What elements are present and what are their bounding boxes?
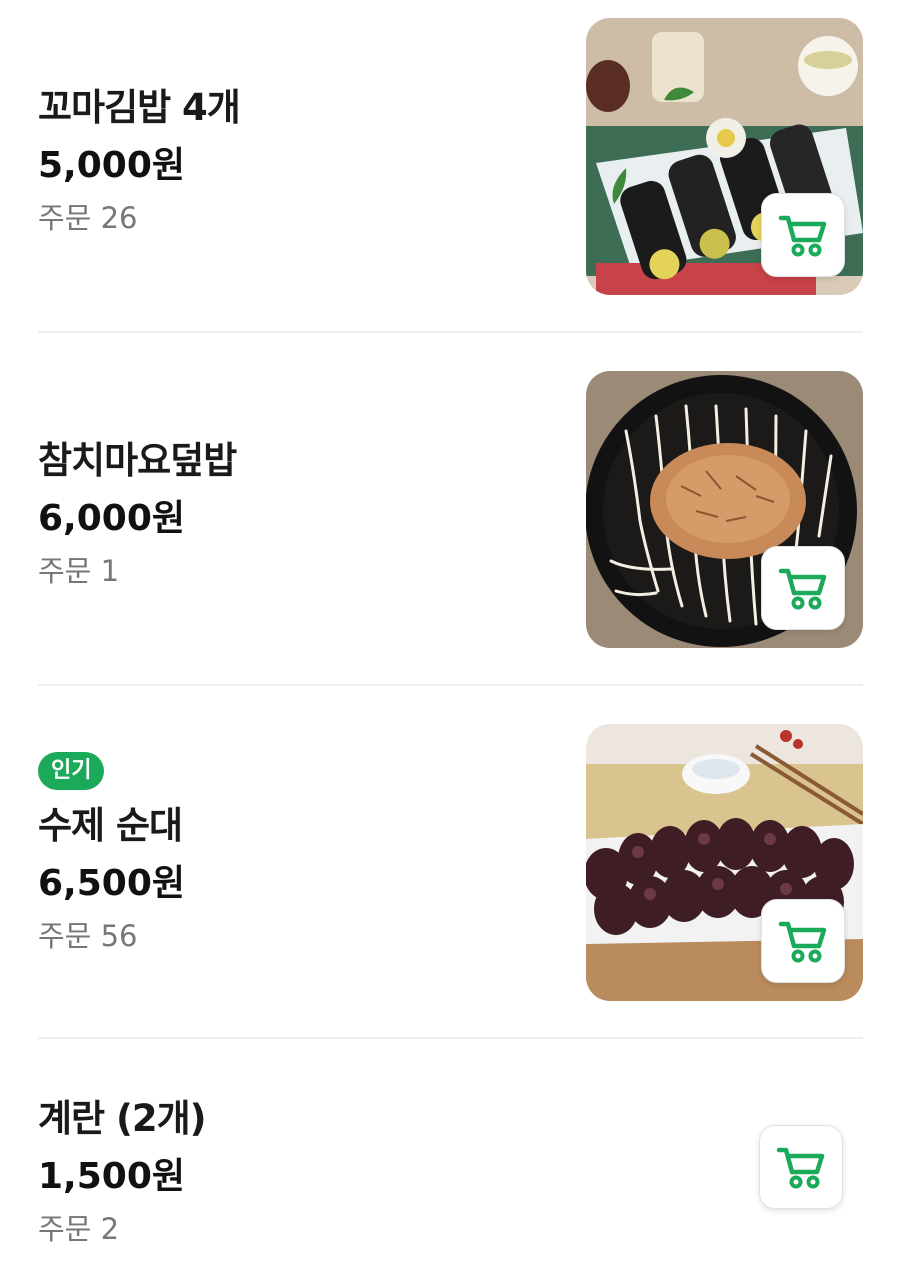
sundae-photo[interactable] [586, 724, 863, 1001]
menu-item[interactable]: 인기 수제 순대 6,500원 주문 56 [0, 686, 900, 1039]
add-to-cart-button[interactable] [759, 1125, 843, 1209]
menu-item[interactable]: 꼬마김밥 4개 5,000원 주문 26 [0, 0, 900, 333]
add-to-cart-button[interactable] [761, 193, 845, 277]
menu-item[interactable]: 계란 (2개) 1,500원 주문 2 [0, 1039, 900, 1263]
menu-item-orders: 주문 1 [38, 554, 120, 588]
menu-item-orders: 주문 26 [38, 201, 138, 235]
menu-item-name: 수제 순대 [38, 804, 183, 847]
menu-item-price: 1,500원 [38, 1156, 185, 1197]
popular-badge: 인기 [38, 752, 105, 790]
menu-item[interactable]: 참치마요덮밥 6,000원 주문 1 [0, 333, 900, 686]
menu-item-price: 6,500원 [38, 863, 185, 904]
menu-item-name: 꼬마김밥 4개 [38, 86, 241, 129]
cart-icon [778, 215, 827, 257]
menu-item-price: 6,000원 [38, 498, 185, 539]
menu-item-orders: 주문 2 [38, 1212, 120, 1246]
add-to-cart-button[interactable] [761, 546, 845, 630]
menu-item-orders: 주문 56 [38, 919, 138, 953]
menu-item-price: 5,000원 [38, 145, 185, 186]
add-to-cart-button[interactable] [761, 899, 845, 983]
tuna-mayo-rice-photo[interactable] [586, 371, 863, 648]
menu-item-info: 계란 (2개) 1,500원 주문 2 [38, 1097, 207, 1247]
menu-item-name: 계란 (2개) [38, 1097, 207, 1140]
menu-item-info: 인기 수제 순대 6,500원 주문 56 [38, 752, 185, 954]
menu-item-info: 꼬마김밥 4개 5,000원 주문 26 [38, 86, 241, 236]
kimbap-photo[interactable] [586, 18, 863, 295]
menu-item-info: 참치마요덮밥 6,000원 주문 1 [38, 439, 237, 589]
menu-item-name: 참치마요덮밥 [38, 439, 237, 482]
cart-icon [776, 1147, 825, 1189]
cart-icon [778, 568, 827, 610]
cart-icon [778, 921, 827, 963]
menu-list: 꼬마김밥 4개 5,000원 주문 26 참치마요덮밥 6,000원 주문 1 … [0, 0, 900, 1263]
